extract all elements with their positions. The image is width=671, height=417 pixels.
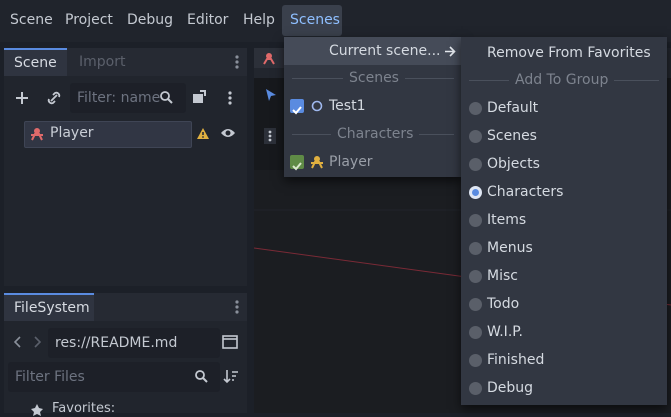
checkbox-checked xyxy=(290,99,304,115)
dock-menu-icon[interactable] xyxy=(234,54,240,70)
radio-button xyxy=(469,382,482,395)
back-arrow-icon[interactable] xyxy=(14,336,22,348)
group-misc[interactable]: Misc xyxy=(461,262,667,290)
split-view-icon[interactable] xyxy=(222,335,238,349)
radio-button xyxy=(469,158,482,171)
viewport-menu-icon[interactable] xyxy=(264,128,276,144)
scene-dock: Scene Import Filter: name Player xyxy=(4,48,247,286)
radio-button xyxy=(469,354,482,367)
radio-button xyxy=(469,242,482,255)
group-items[interactable]: Items xyxy=(461,206,667,234)
tree-node-label: Player xyxy=(50,125,94,141)
section-characters-label: Characters xyxy=(331,125,420,143)
remove-from-favorites-item[interactable]: Remove From Favorites xyxy=(461,39,667,67)
tab-import[interactable]: Import xyxy=(69,48,135,76)
add-node-icon[interactable] xyxy=(14,90,30,106)
radio-button xyxy=(469,270,482,283)
favorites-star-icon xyxy=(31,404,43,416)
group-objects[interactable]: Objects xyxy=(461,150,667,178)
character-node-icon xyxy=(311,156,323,169)
radio-button-selected xyxy=(469,186,482,199)
path-input[interactable]: res://README.md xyxy=(48,328,220,358)
arrow-right-icon xyxy=(445,46,456,57)
scene-circle-icon xyxy=(311,100,323,112)
group-todo[interactable]: Todo xyxy=(461,290,667,318)
menu-project[interactable]: Project xyxy=(65,12,113,28)
sort-icon[interactable] xyxy=(223,368,239,384)
scene-options-icon[interactable] xyxy=(227,90,233,106)
search-icon xyxy=(195,370,208,383)
group-finished[interactable]: Finished xyxy=(461,346,667,374)
character-node-icon xyxy=(263,53,275,65)
link-icon[interactable] xyxy=(46,90,62,106)
menu-bar: Scene Project Debug Editor Help Scenes xyxy=(0,0,671,42)
menu-debug[interactable]: Debug xyxy=(127,12,173,28)
group-scenes[interactable]: Scenes xyxy=(461,122,667,150)
add-to-group-label: Add To Group xyxy=(509,71,615,89)
radio-button xyxy=(469,130,482,143)
scene-item-test1[interactable]: Test1 xyxy=(284,92,461,120)
group-default[interactable]: Default xyxy=(461,94,667,122)
scenes-popup-menu: Current scene... Scenes Test1 Characters… xyxy=(284,37,463,177)
instance-scene-icon[interactable] xyxy=(191,89,207,105)
group-wip[interactable]: W.I.P. xyxy=(461,318,667,346)
radio-button xyxy=(469,102,482,115)
radio-button xyxy=(469,326,482,339)
forward-arrow-icon[interactable] xyxy=(33,336,41,348)
menu-editor[interactable]: Editor xyxy=(187,12,228,28)
search-icon xyxy=(160,91,173,104)
group-debug[interactable]: Debug xyxy=(461,374,667,402)
group-characters[interactable]: Characters xyxy=(461,178,667,206)
scene-item-player[interactable]: Player xyxy=(284,148,461,176)
filesystem-dock: FileSystem res://README.md Filter Files … xyxy=(4,293,247,416)
favorites-submenu: Remove From Favorites Add To Group Defau… xyxy=(461,37,667,405)
tab-scene[interactable]: Scene xyxy=(4,48,67,78)
menu-scenes[interactable]: Scenes xyxy=(282,5,342,36)
viewport-tab[interactable] xyxy=(254,48,284,68)
dock-menu-icon[interactable] xyxy=(234,299,240,315)
current-scene-item[interactable]: Current scene... xyxy=(284,37,461,65)
favorites-label: Favorites: xyxy=(52,401,116,416)
radio-button xyxy=(469,298,482,311)
character-node-icon xyxy=(31,128,43,141)
tab-filesystem[interactable]: FileSystem xyxy=(4,293,94,323)
menu-help[interactable]: Help xyxy=(243,12,275,28)
select-tool-icon[interactable] xyxy=(264,88,278,102)
tree-node-player[interactable]: Player xyxy=(24,121,192,148)
radio-button xyxy=(469,214,482,227)
warning-icon[interactable] xyxy=(196,127,210,140)
checkbox-checked xyxy=(290,155,304,171)
visibility-icon[interactable] xyxy=(220,127,236,139)
menu-scene[interactable]: Scene xyxy=(10,12,53,28)
section-scenes-label: Scenes xyxy=(343,69,405,87)
group-menus[interactable]: Menus xyxy=(461,234,667,262)
filter-files-input[interactable]: Filter Files xyxy=(8,362,220,392)
